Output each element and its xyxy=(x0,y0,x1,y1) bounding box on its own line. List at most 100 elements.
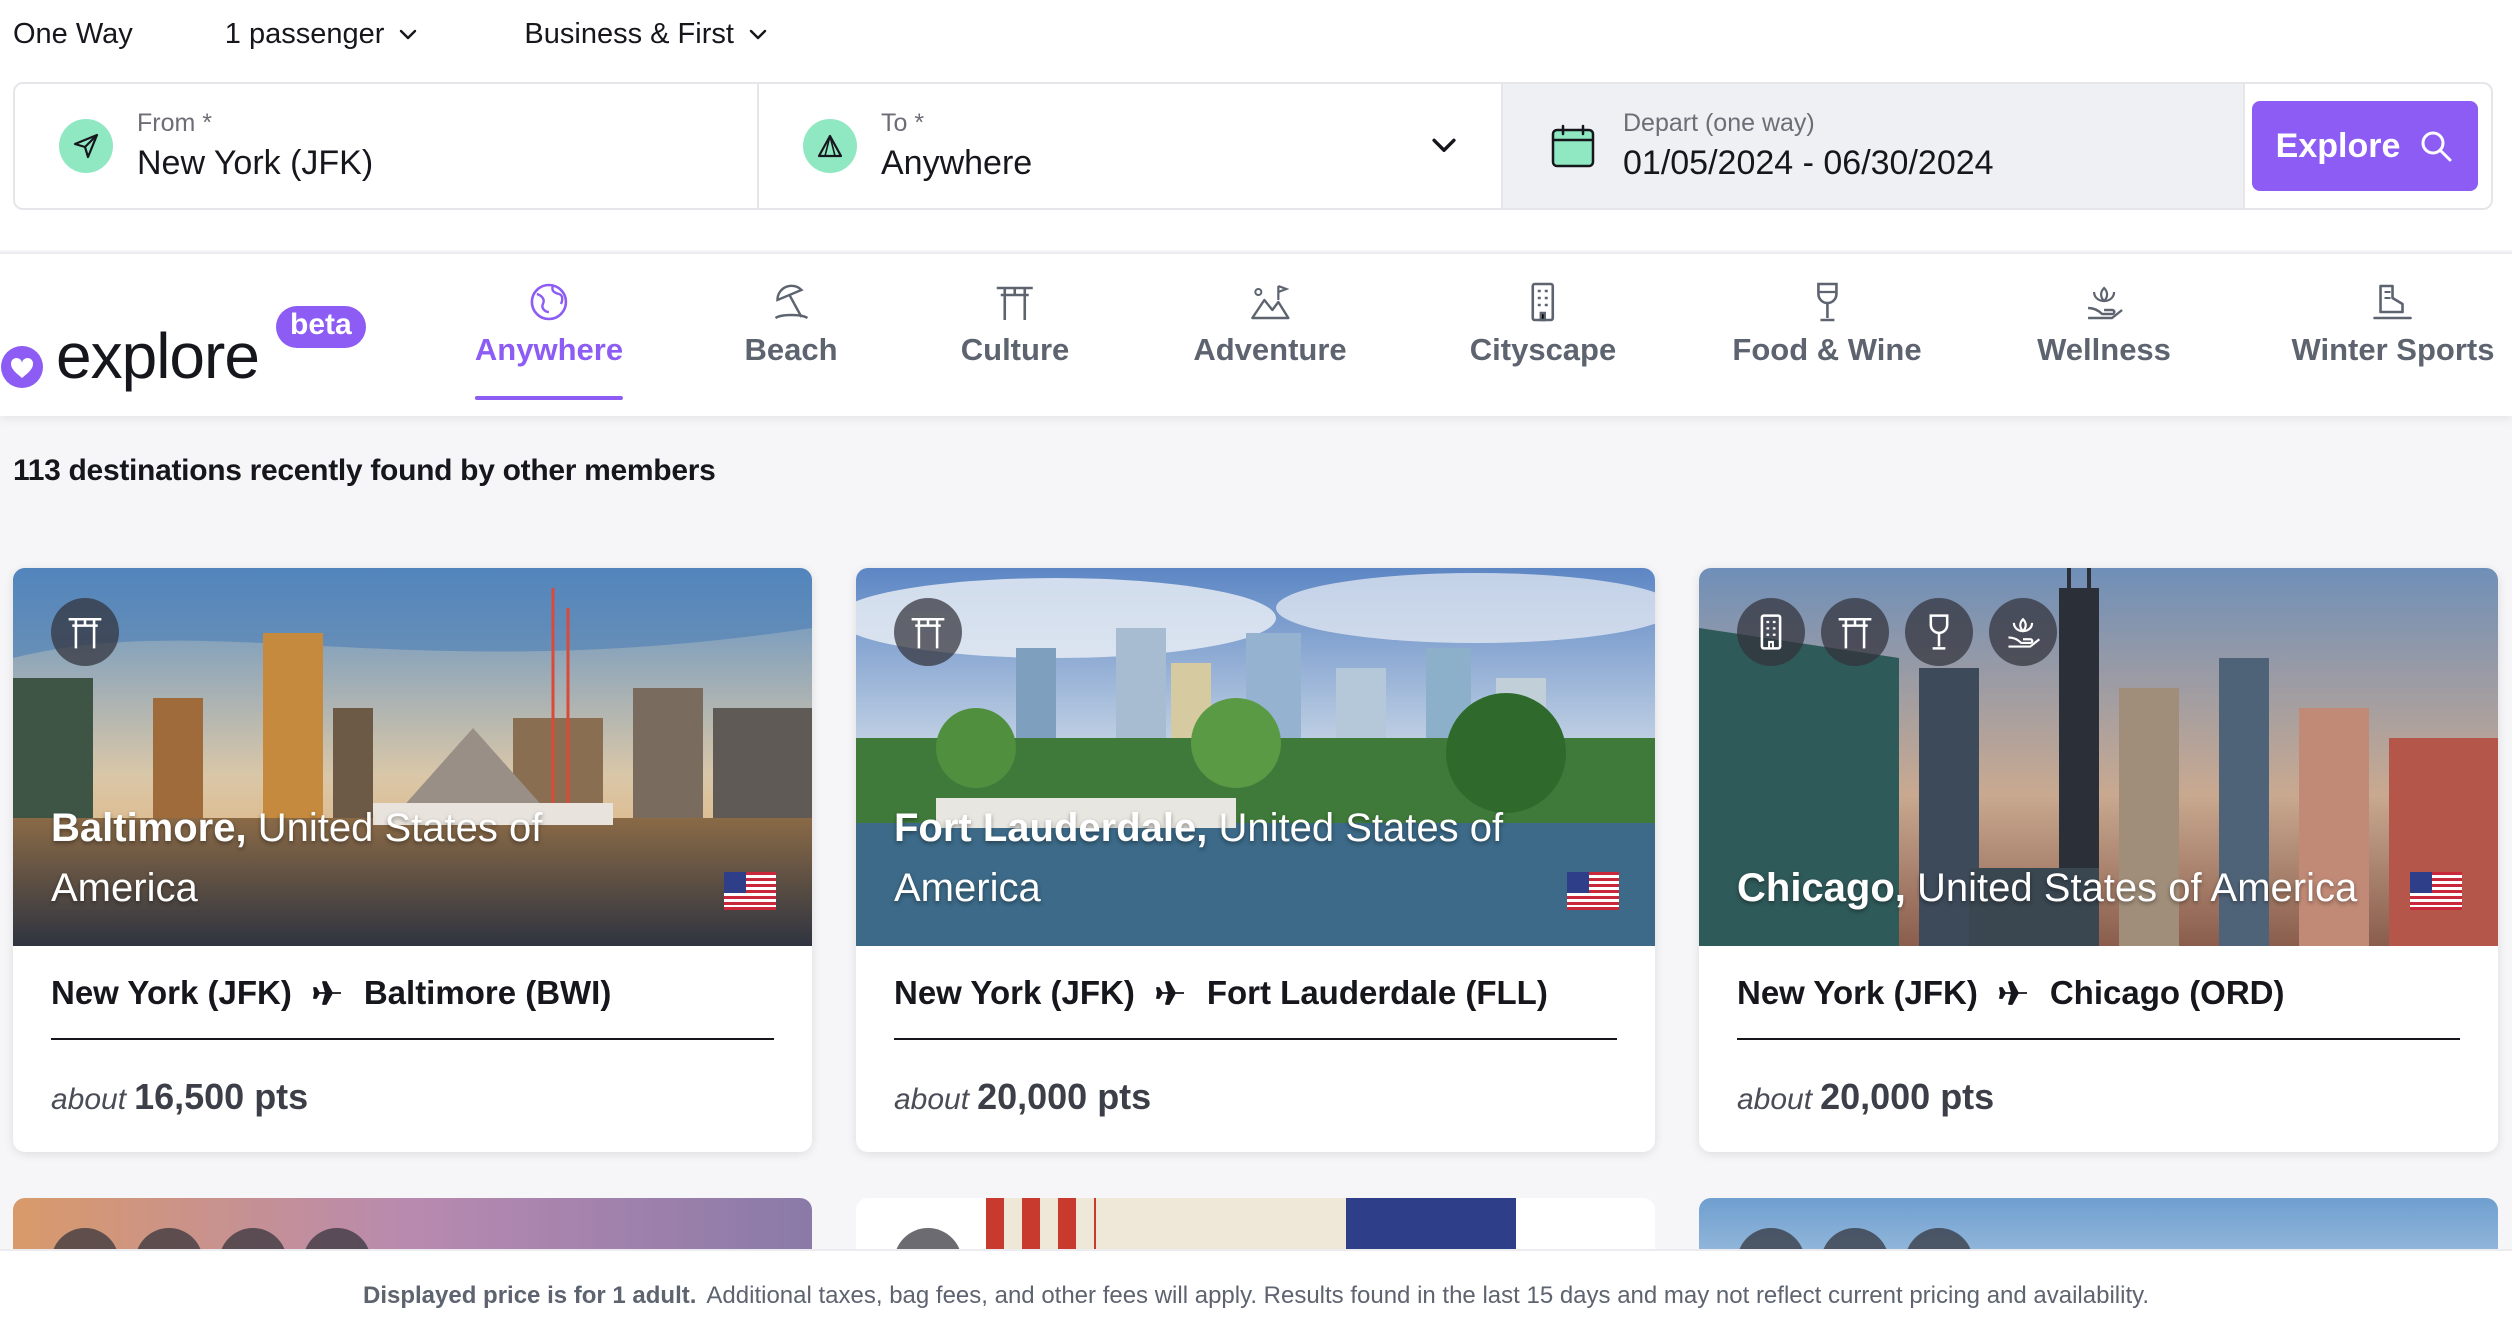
origin: New York (JFK) xyxy=(894,974,1135,1011)
from-field[interactable]: From * New York (JFK) xyxy=(15,84,759,208)
destination-title: Fort Lauderdale, United States of Americ… xyxy=(894,798,1525,918)
torii-gate-icon xyxy=(51,598,119,666)
country-name: United States of America xyxy=(1917,866,2358,910)
building-icon xyxy=(1737,598,1805,666)
flight-route: New York (JFK) Fort Lauderdale (FLL) xyxy=(894,974,1548,1012)
tab-label: Food & Wine xyxy=(1732,332,1922,367)
trip-options: One Way 1 passenger Business & First xyxy=(13,18,770,51)
wine-glass-icon xyxy=(1905,598,1973,666)
torii-gate-icon xyxy=(894,598,962,666)
tab-label: Culture xyxy=(960,332,1070,367)
tab-label: Wellness xyxy=(2037,332,2171,367)
destination-photo: Baltimore, United States of America xyxy=(13,568,812,946)
divider xyxy=(51,1038,774,1040)
torii-gate-icon xyxy=(997,286,1033,320)
category-bar: explore beta Anywhere Beach Culture Adve… xyxy=(0,252,2512,416)
search-form: From * New York (JFK) To * Anywhere Depa… xyxy=(13,82,2493,210)
from-label: From * xyxy=(137,109,212,137)
price-prefix: about xyxy=(1737,1083,1813,1116)
flight-route: New York (JFK) Baltimore (BWI) xyxy=(51,974,611,1012)
to-field[interactable]: To * Anywhere xyxy=(759,84,1503,208)
from-value: New York (JFK) xyxy=(137,144,374,182)
airplane-icon xyxy=(1155,981,1184,1005)
mountain-icon xyxy=(1250,284,1290,320)
destination-title: Chicago, United States of America xyxy=(1737,858,2368,918)
to-value: Anywhere xyxy=(881,144,1033,182)
tab-cityscape[interactable]: Cityscape xyxy=(1470,280,1616,368)
price: about 20,000 pts xyxy=(1737,1076,1994,1118)
depart-label: Depart (one way) xyxy=(1623,109,1815,137)
tab-label: Beach xyxy=(744,332,838,367)
tab-winter-sports[interactable]: Winter Sports xyxy=(2291,280,2495,368)
origin: New York (JFK) xyxy=(1737,974,1978,1011)
search-panel: One Way 1 passenger Business & First Fro… xyxy=(0,0,2512,250)
wine-glass-icon xyxy=(1816,282,1838,322)
category-badges xyxy=(51,598,119,666)
price-value: 20,000 pts xyxy=(977,1076,1152,1117)
price: about 20,000 pts xyxy=(894,1076,1151,1118)
airplane-icon xyxy=(1998,981,2027,1005)
destination-card-baltimore[interactable]: Baltimore, United States of America New … xyxy=(13,568,812,1152)
trip-type-select[interactable]: One Way xyxy=(13,18,133,51)
depart-field[interactable]: Depart (one way) 01/05/2024 - 06/30/2024 xyxy=(1503,84,2245,208)
tab-label: Winter Sports xyxy=(2291,332,2495,367)
flight-route: New York (JFK) Chicago (ORD) xyxy=(1737,974,2285,1012)
tab-wellness[interactable]: Wellness xyxy=(2037,280,2171,368)
destination-card-fort-lauderdale[interactable]: Fort Lauderdale, United States of Americ… xyxy=(856,568,1655,1152)
tab-food-wine[interactable]: Food & Wine xyxy=(1732,280,1922,368)
depart-value: 01/05/2024 - 06/30/2024 xyxy=(1623,144,1994,182)
us-flag-icon xyxy=(724,872,776,910)
search-icon xyxy=(2421,131,2452,162)
origin: New York (JFK) xyxy=(51,974,292,1011)
divider xyxy=(894,1038,1617,1040)
destination-photo: Fort Lauderdale, United States of Americ… xyxy=(856,568,1655,946)
explore-button-wrap: Explore xyxy=(2245,84,2491,208)
globe-icon xyxy=(530,283,568,321)
destination: Fort Lauderdale (FLL) xyxy=(1206,974,1548,1011)
passenger-label: 1 passenger xyxy=(224,18,385,50)
price-value: 20,000 pts xyxy=(1820,1076,1995,1117)
building-icon xyxy=(1531,282,1555,322)
city-name: Chicago, xyxy=(1737,866,1906,910)
tab-label: Cityscape xyxy=(1469,332,1617,367)
beach-umbrella-icon xyxy=(774,284,808,320)
ski-boot-icon xyxy=(2373,284,2413,320)
paper-plane-icon xyxy=(59,119,113,173)
tent-icon xyxy=(803,119,857,173)
category-badges xyxy=(894,598,962,666)
price-prefix: about xyxy=(894,1083,970,1116)
tab-anywhere[interactable]: Anywhere xyxy=(474,280,624,400)
city-name: Fort Lauderdale, xyxy=(894,806,1208,850)
price: about 16,500 pts xyxy=(51,1076,308,1118)
disclaimer-bold: Displayed price is for 1 adult. xyxy=(362,1281,697,1309)
tab-adventure[interactable]: Adventure xyxy=(1193,280,1347,368)
passenger-select[interactable]: 1 passenger xyxy=(225,18,421,51)
price-value: 16,500 pts xyxy=(134,1076,309,1117)
tab-beach[interactable]: Beach xyxy=(744,280,838,368)
calendar-icon xyxy=(1551,124,1595,168)
airplane-icon xyxy=(312,981,341,1005)
destination: Baltimore (BWI) xyxy=(363,974,612,1011)
tab-culture[interactable]: Culture xyxy=(960,280,1070,368)
explore-button-label: Explore xyxy=(2275,126,2401,165)
trip-type-label: One Way xyxy=(13,18,133,50)
city-name: Baltimore, xyxy=(51,806,247,850)
lotus-hand-icon xyxy=(1989,598,2057,666)
category-badges xyxy=(1737,598,2057,666)
price-disclaimer: Displayed price is for 1 adult. Addition… xyxy=(0,1249,2512,1340)
cabin-label: Business & First xyxy=(524,18,734,50)
explore-button[interactable]: Explore xyxy=(2252,101,2478,191)
destination: Chicago (ORD) xyxy=(2049,974,2285,1011)
disclaimer-text: Additional taxes, bag fees, and other fe… xyxy=(706,1281,2150,1309)
destination-card-chicago[interactable]: Chicago, United States of America New Yo… xyxy=(1699,568,2498,1152)
tab-label: Anywhere xyxy=(474,332,624,367)
results-count: 113 destinations recently found by other… xyxy=(13,454,716,487)
to-label: To * xyxy=(881,109,925,137)
chevron-down-icon xyxy=(400,29,417,39)
cabin-select[interactable]: Business & First xyxy=(524,18,770,51)
category-tabs: Anywhere Beach Culture Adventure Citysca… xyxy=(0,254,2512,416)
chevron-down-icon[interactable] xyxy=(1427,129,1461,163)
price-prefix: about xyxy=(51,1083,127,1116)
divider xyxy=(1737,1038,2460,1040)
us-flag-icon xyxy=(2410,872,2462,910)
